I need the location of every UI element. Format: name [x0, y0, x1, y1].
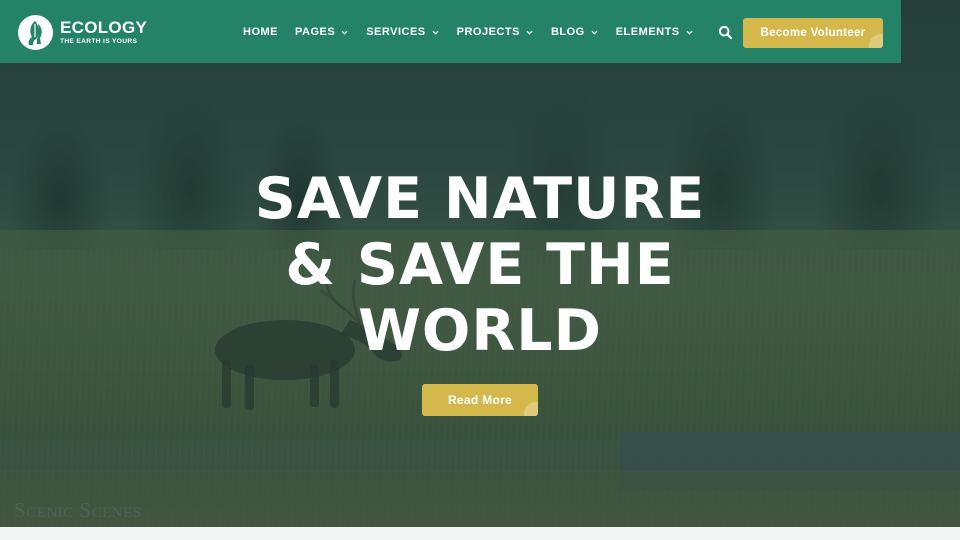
nav-services-label: SERVICES [366, 26, 426, 38]
main-nav: HOME PAGES SERVICES PROJECTS BLOG ELEMEN… [243, 24, 711, 40]
nav-home-label: HOME [243, 26, 278, 38]
become-volunteer-label: Become Volunteer [760, 27, 866, 39]
nav-item-blog[interactable]: BLOG [551, 26, 599, 38]
nav-projects-label: PROJECTS [456, 26, 520, 38]
hand-leaf-logo-icon [18, 14, 53, 50]
button-corner-decoration [869, 34, 883, 48]
site-header: ECOLOGY THE EARTH IS YOURS HOME PAGES SE… [0, 0, 901, 63]
headline-line-2: & SAVE THE [285, 232, 675, 298]
headline-line-1: SAVE NATURE [254, 166, 706, 232]
section-divider [0, 527, 960, 540]
site-logo[interactable]: ECOLOGY THE EARTH IS YOURS [18, 14, 158, 50]
nav-blog-label: BLOG [550, 26, 585, 38]
nav-item-services[interactable]: SERVICES [366, 26, 439, 38]
chevron-down-icon [525, 28, 534, 37]
brand-name: ECOLOGY [60, 18, 148, 37]
chevron-down-icon [340, 28, 349, 37]
hero-section: Scenic Scenes SAVE NATURE & SAVE THE WOR… [0, 0, 960, 527]
nav-item-home[interactable]: HOME [243, 26, 278, 38]
nav-elements-label: ELEMENTS [615, 26, 680, 38]
logo-text: ECOLOGY THE EARTH IS YOURS [60, 18, 148, 46]
nav-item-pages[interactable]: PAGES [295, 26, 349, 38]
nav-item-projects[interactable]: PROJECTS [457, 26, 534, 38]
search-icon[interactable] [718, 25, 733, 40]
button-corner-decoration [524, 402, 538, 416]
nav-item-elements[interactable]: ELEMENTS [616, 26, 694, 38]
headline-line-3: WORLD [358, 298, 602, 364]
hero-headline: SAVE NATURE & SAVE THE WORLD [180, 166, 780, 364]
become-volunteer-button[interactable]: Become Volunteer [743, 18, 883, 48]
read-more-label: Read More [447, 393, 513, 407]
watermark-text: Scenic Scenes [14, 498, 142, 522]
chevron-down-icon [431, 28, 440, 37]
chevron-down-icon [685, 28, 694, 37]
chevron-down-icon [590, 28, 599, 37]
nav-pages-label: PAGES [295, 26, 336, 38]
brand-tagline: THE EARTH IS YOURS [60, 38, 138, 45]
read-more-button[interactable]: Read More [422, 384, 538, 416]
